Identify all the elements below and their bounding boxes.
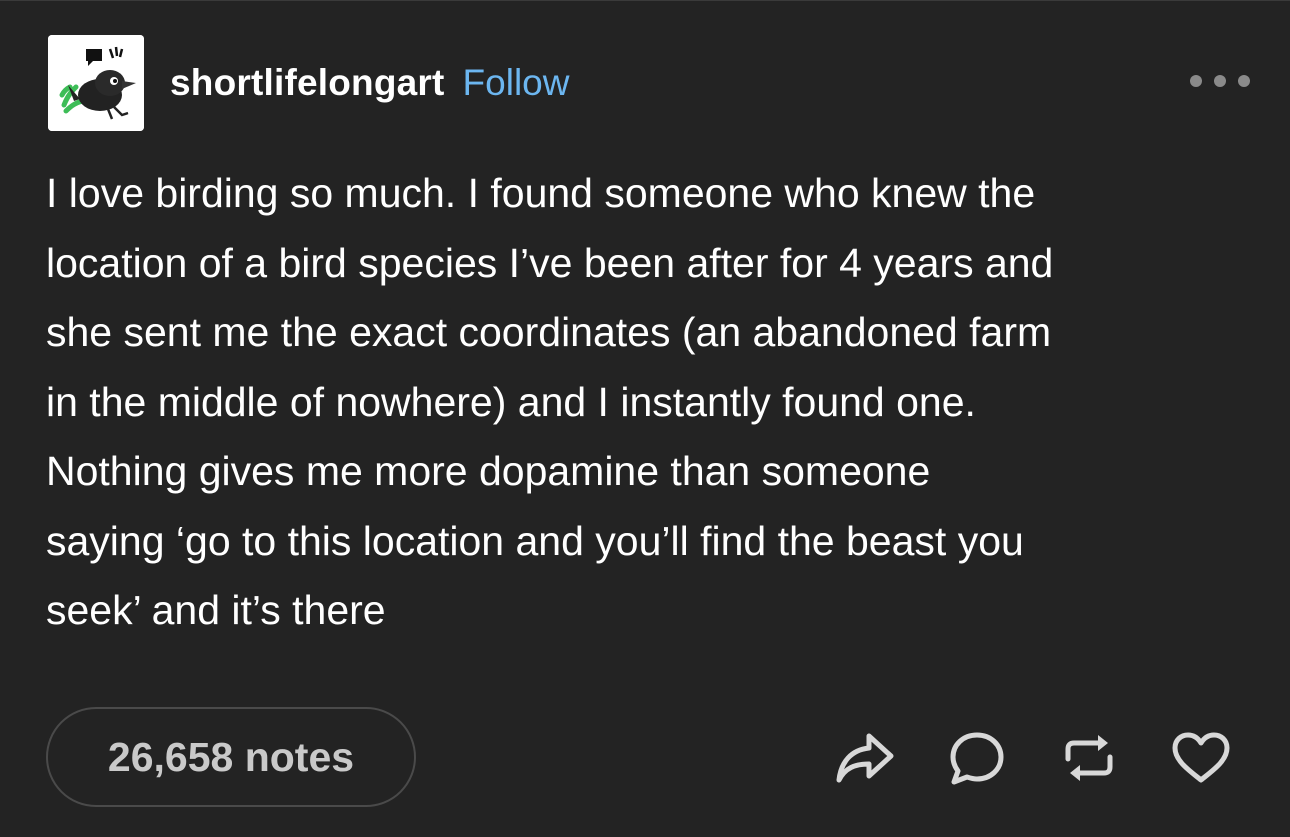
reblog-icon	[1065, 735, 1113, 781]
post-body-line: seek’ and it’s there	[46, 587, 386, 633]
more-options-button[interactable]	[1190, 69, 1250, 93]
post-header: shortlifelongart Follow	[48, 35, 1250, 131]
avatar[interactable]	[48, 35, 144, 131]
reply-button[interactable]	[944, 725, 1010, 791]
heart-icon	[1172, 732, 1230, 783]
share-button[interactable]	[832, 725, 898, 791]
reblog-button[interactable]	[1056, 725, 1122, 791]
notes-count-button[interactable]: 26,658 notes	[46, 707, 416, 807]
blog-name-link[interactable]: shortlifelongart	[170, 62, 445, 104]
post-body-line: saying ‘go to this location and you’ll f…	[46, 517, 1024, 564]
more-dots-icon	[1238, 75, 1250, 87]
more-dots-icon	[1190, 75, 1202, 87]
follow-button[interactable]: Follow	[463, 62, 570, 104]
post-body-line: in the middle of nowhere) and I instantl…	[46, 378, 976, 425]
post-actions	[786, 723, 1234, 793]
more-dots-icon	[1214, 75, 1226, 87]
post-body-line: I love birding so much. I found someone …	[46, 170, 1036, 216]
comment-bubble-icon	[950, 732, 1004, 785]
share-arrow-icon	[836, 733, 894, 783]
crow-avatar-icon	[48, 35, 144, 131]
post-card: shortlifelongart Follow I love birding s…	[0, 0, 1290, 837]
post-body-line: Nothing gives me more dopamine than some…	[46, 448, 931, 494]
post-body-line: she sent me the exact coordinates (an ab…	[46, 309, 1052, 355]
post-body-line: location of a bird species I’ve been aft…	[46, 239, 1054, 286]
post-body: I love birding so much. I found someone …	[46, 159, 1256, 646]
like-button[interactable]	[1168, 725, 1234, 791]
